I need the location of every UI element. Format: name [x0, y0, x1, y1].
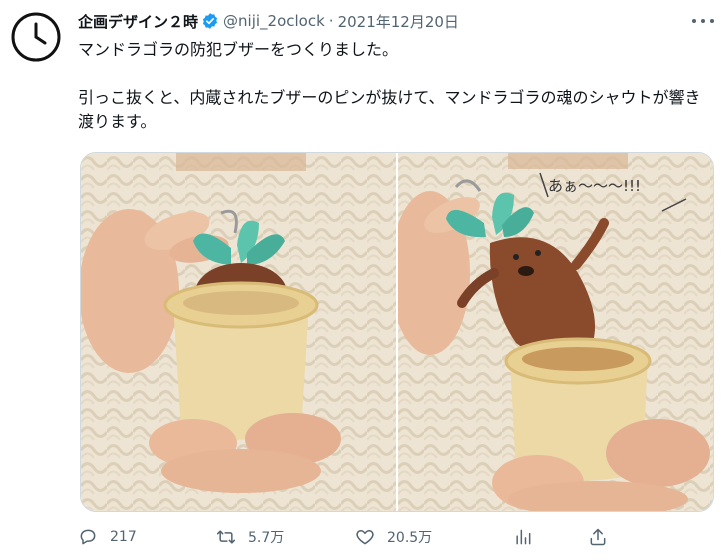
views-button[interactable] [513, 527, 533, 547]
like-icon [356, 530, 374, 545]
tweet-header: 企画デザイン２時 @niji_2oclock · 2021年12月20日 [78, 10, 459, 32]
like-count: 20.5万 [387, 530, 433, 546]
share-button[interactable] [588, 527, 608, 547]
tweet-date[interactable]: 2021年12月20日 [338, 11, 459, 32]
verified-badge-icon [201, 12, 219, 30]
avatar[interactable] [10, 11, 62, 63]
media-grid: あぁ〜〜〜!!! [80, 152, 714, 512]
clock-icon [11, 12, 61, 62]
retweet-button[interactable]: 5.7万 [216, 527, 284, 547]
reply-icon [80, 529, 96, 545]
tweet-paragraph: マンドラゴラの防犯ブザーをつくりました。 [78, 40, 399, 59]
reply-count: 217 [110, 529, 137, 545]
reply-button[interactable]: 217 [78, 527, 137, 547]
photo-mandrake-pulled-out[interactable]: あぁ〜〜〜!!! [398, 153, 713, 511]
views-icon [516, 529, 531, 545]
tweet-text: マンドラゴラの防犯ブザーをつくりました。 引っこ抜くと、内蔵されたブザーのピンが… [78, 38, 706, 134]
retweet-count: 5.7万 [248, 530, 285, 546]
tweet-actions: 217 5.7万 20.5万 [78, 522, 708, 552]
photo-mandrake-in-pot[interactable] [81, 153, 396, 511]
author-name[interactable]: 企画デザイン２時 [78, 11, 198, 32]
like-button[interactable]: 20.5万 [355, 527, 432, 547]
author-handle[interactable]: @niji_2oclock [223, 12, 325, 30]
tweet-paragraph: 引っこ抜くと、内蔵されたブザーのピンが抜けて、マンドラゴラの魂のシャウトが響き渡… [78, 88, 701, 131]
photo-caption: あぁ〜〜〜!!! [548, 177, 641, 195]
retweet-icon [216, 530, 236, 544]
more-icon[interactable] [692, 14, 714, 28]
share-icon [590, 528, 606, 546]
tweet[interactable]: 企画デザイン２時 @niji_2oclock · 2021年12月20日 マンド… [0, 0, 728, 560]
separator-dot: · [328, 12, 334, 30]
